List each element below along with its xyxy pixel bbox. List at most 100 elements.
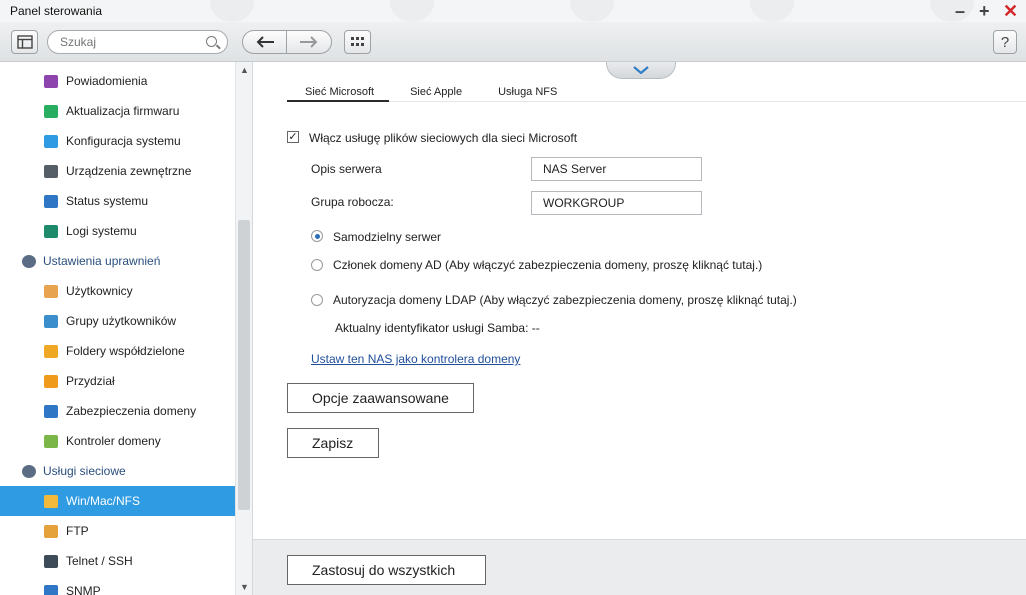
toolbar: ? [0,22,1026,62]
scroll-up-icon[interactable]: ▲ [240,65,249,75]
sidebar-item[interactable]: Logi systemu [0,216,235,246]
scrollbar-thumb[interactable] [238,220,250,510]
save-button[interactable]: Zapisz [287,428,379,458]
apps-grid-button[interactable] [344,30,371,54]
system-logs-icon [44,224,58,238]
sidebar-item-label: Urządzenia zewnętrzne [66,164,192,178]
sidebar-item-label: Status systemu [66,194,149,208]
sidebar-item[interactable]: Konfiguracja systemu [0,126,235,156]
firmware-update-icon [44,104,58,118]
workgroup-field[interactable]: WORKGROUP [531,191,702,215]
sidebar-item[interactable]: Urządzenia zewnętrzne [0,156,235,186]
sidebar-item-label: Użytkownicy [66,284,133,298]
sidebar-item[interactable]: Kontroler domeny [0,426,235,456]
sidebar-item-label: SNMP [66,584,101,595]
standalone-server-radio[interactable] [311,230,323,242]
snmp-icon [44,584,58,595]
ftp-icon [44,524,58,538]
sidebar-item-label: Konfiguracja systemu [66,134,181,148]
apply-to-all-button[interactable]: Zastosuj do wszystkich [287,555,486,585]
win-mac-nfs-icon [44,494,58,508]
sidebar-item-label: Foldery współdzielone [66,344,185,358]
search-icon[interactable] [206,36,217,47]
tab-nfs-service[interactable]: Usługa NFS [498,86,557,102]
quota-icon [44,374,58,388]
sidebar-item-label: Grupy użytkowników [66,314,177,328]
sidebar-item[interactable]: SNMP [0,576,235,595]
maximize-button[interactable]: + [979,1,990,21]
scroll-down-icon[interactable]: ▼ [240,582,249,592]
ad-domain-member-label: Członek domeny AD (Aby włączyć zabezpiec… [333,258,763,272]
ldap-domain-auth-radio[interactable] [311,294,323,306]
sidebar-item[interactable]: Użytkownicy [0,276,235,306]
sidebar-item[interactable]: Przydział [0,366,235,396]
user-group-icon [44,314,58,328]
search-box[interactable] [47,30,228,54]
workgroup-label: Grupa robocza: [311,195,394,209]
chevron-down-icon [633,66,649,74]
sidebar-item-label: Aktualizacja firmwaru [66,104,180,118]
sidebar-item-label: Przydział [66,374,115,388]
sidebar-item-label: Win/Mac/NFS [66,494,141,508]
sidebar-item[interactable]: Win/Mac/NFS [0,486,235,516]
tab-divider [287,101,1026,102]
ldap-domain-auth-label: Autoryzacja domeny LDAP (Aby włączyć zab… [333,293,797,307]
standalone-server-label: Samodzielny serwer [333,230,442,244]
tab-apple-network[interactable]: Sieć Apple [410,86,462,102]
enable-smb-checkbox[interactable]: ✓ [287,131,299,143]
user-icon [44,284,58,298]
sidebar-layout-icon [16,35,33,49]
domain-controller-icon [44,434,58,448]
sidebar-item-label: Logi systemu [66,224,137,238]
sidebar-item[interactable]: Usługi sieciowe [0,456,235,486]
background-decoration [750,0,794,22]
advanced-options-button[interactable]: Opcje zaawansowane [287,383,474,413]
sidebar-item[interactable]: Powiadomienia [0,66,235,96]
background-decoration [390,0,434,22]
sidebar-item[interactable]: Grupy użytkowników [0,306,235,336]
sidebar-item-label: Zabezpieczenia domeny [66,404,197,418]
sidebar-scrollbar[interactable]: ▲ ▼ [235,62,252,595]
sidebar-item-label: Powiadomienia [66,74,148,88]
background-decoration [570,0,614,22]
footer-bar: Zastosuj do wszystkich [253,539,1026,595]
sidebar-item-label: Ustawienia uprawnień [43,254,161,268]
sidebar-item-label: Usługi sieciowe [43,464,126,478]
sidebar-item-label: FTP [66,524,89,538]
forward-button[interactable] [286,30,332,54]
background-decoration [930,0,974,22]
sidebar-item-label: Kontroler domeny [66,434,161,448]
sidebar-item[interactable]: Status systemu [0,186,235,216]
sidebar-item[interactable]: Aktualizacja firmwaru [0,96,235,126]
title-bar: Panel sterowania – + ✕ [0,0,1026,22]
collapse-button[interactable] [606,62,676,79]
background-decoration [210,0,254,22]
server-description-field[interactable]: NAS Server [531,157,702,181]
close-button[interactable]: ✕ [1003,1,1018,21]
samba-id-text: Aktualny identyfikator usługi Samba: -- [335,321,540,335]
notification-icon [44,74,58,88]
search-input[interactable] [60,35,200,49]
shared-folder-icon [44,344,58,358]
sidebar-toggle-button[interactable] [11,30,38,54]
set-domain-controller-link[interactable]: Ustaw ten NAS jako kontrolera domeny [311,352,520,366]
telnet-ssh-icon [44,554,58,568]
back-button[interactable] [242,30,287,54]
ad-domain-member-radio[interactable] [311,259,323,271]
main-panel: Sieć Microsoft Sieć Apple Usługa NFS ✓ W… [253,62,1026,595]
minimize-button[interactable]: – [955,1,965,21]
enable-smb-label: Włącz usługę plików sieciowych dla sieci… [309,131,578,145]
active-tab-indicator [287,100,389,102]
domain-security-icon [44,404,58,418]
window-title: Panel sterowania [10,4,103,18]
help-button[interactable]: ? [993,30,1017,54]
sidebar-item[interactable]: Foldery współdzielone [0,336,235,366]
user-permissions-icon [22,254,36,268]
sidebar-item[interactable]: Telnet / SSH [0,546,235,576]
external-device-icon [44,164,58,178]
system-config-icon [44,134,58,148]
network-services-icon [22,464,36,478]
sidebar-item[interactable]: Zabezpieczenia domeny [0,396,235,426]
sidebar-item[interactable]: Ustawienia uprawnień [0,246,235,276]
sidebar-item[interactable]: FTP [0,516,235,546]
